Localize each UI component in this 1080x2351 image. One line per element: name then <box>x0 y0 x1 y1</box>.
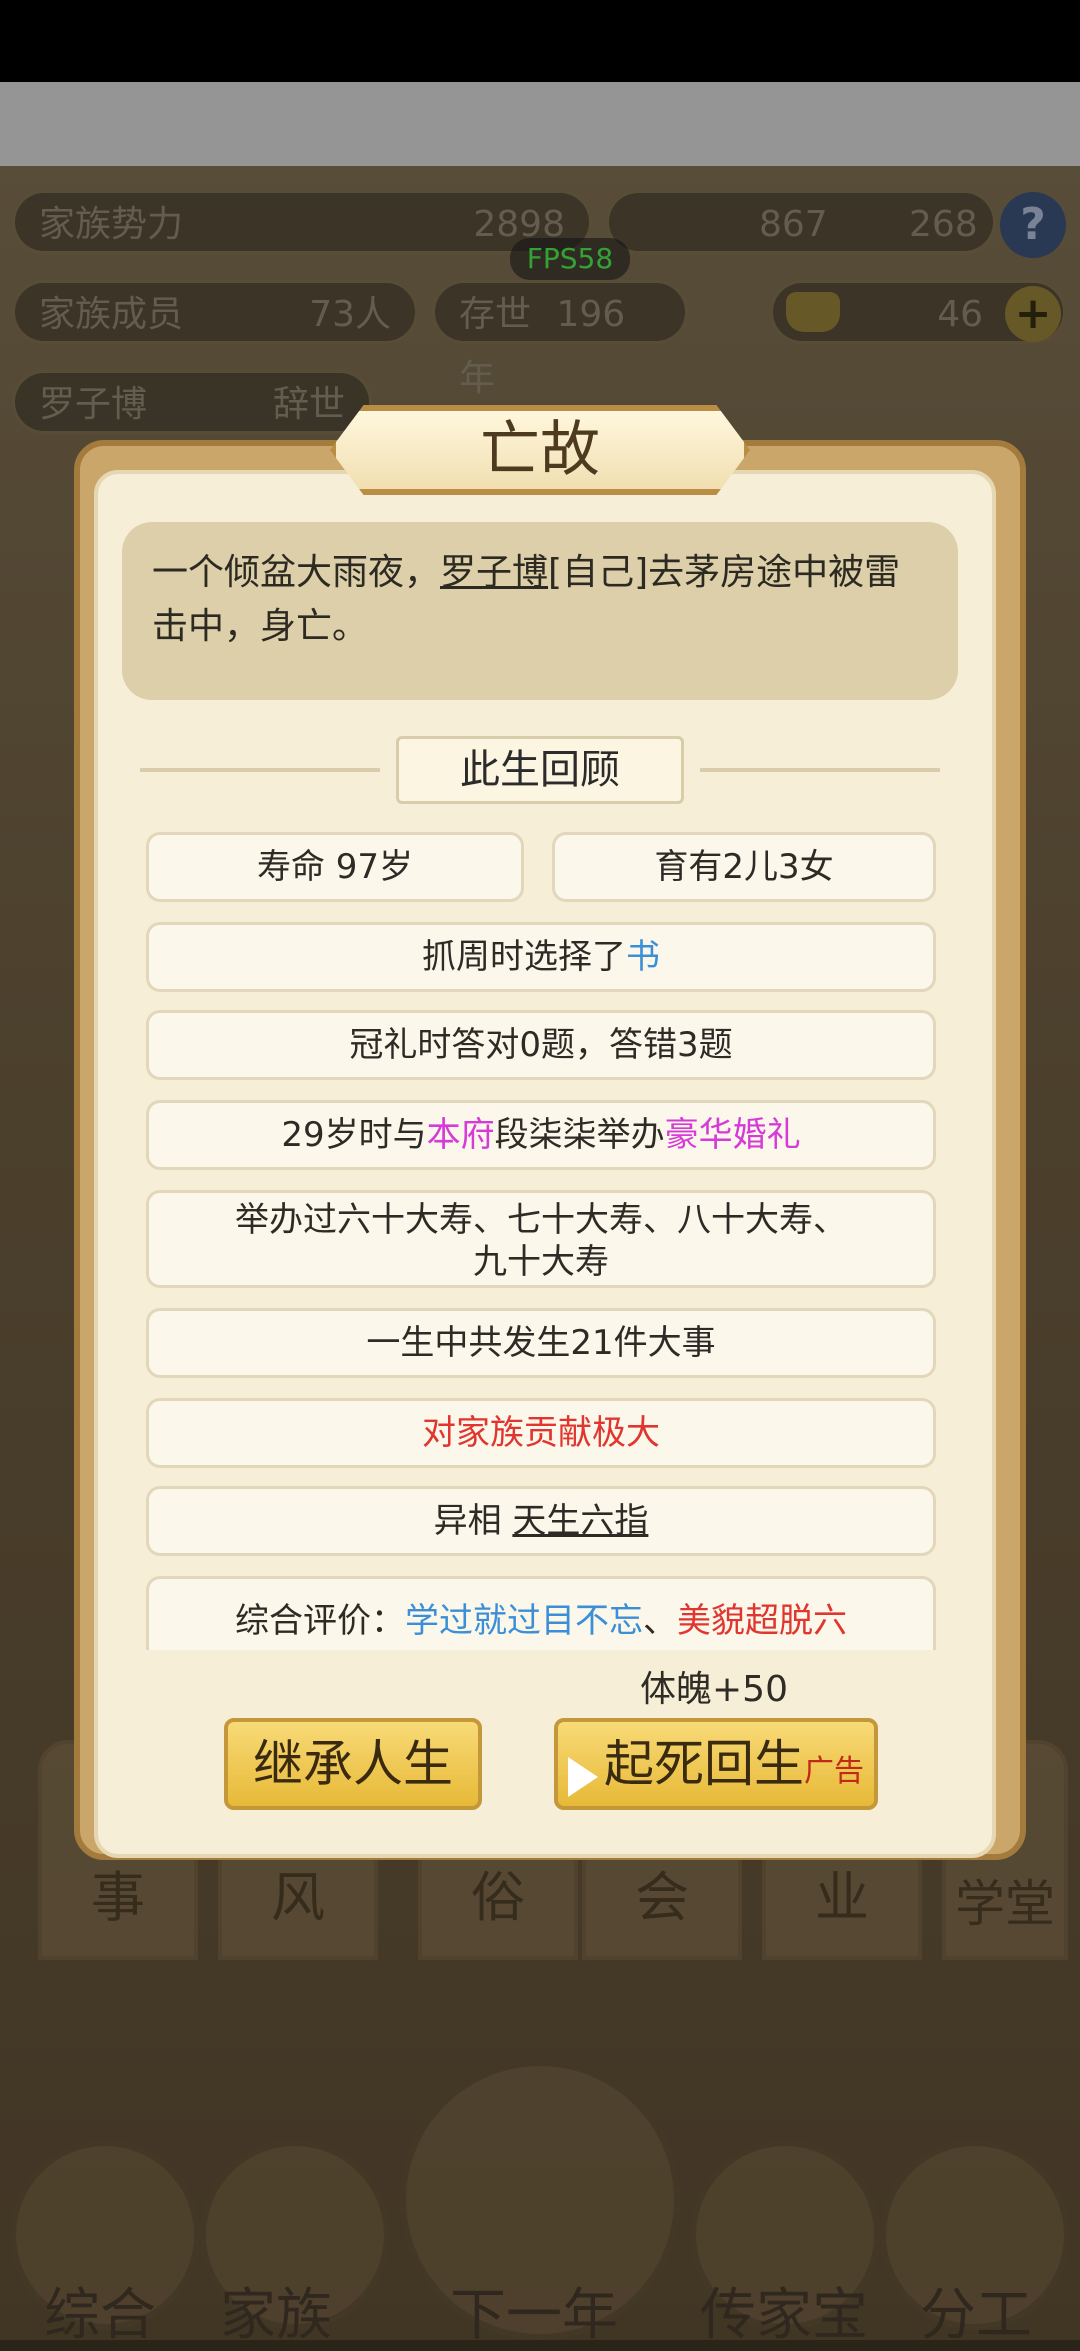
birthdays-card: 举办过六十大寿、七十大寿、八十大寿、 九十大寿 <box>146 1190 936 1288</box>
lifespan-text: 寿命 97岁 <box>256 847 414 887</box>
events-card: 一生中共发生21件大事 <box>146 1308 936 1378</box>
birthdays-line-2: 九十大寿 <box>473 1242 609 1282</box>
contribution-text: 对家族贡献极大 <box>422 1413 660 1453</box>
trait-label: 异相 <box>433 1501 502 1541</box>
death-event-text: 一个倾盆大雨夜，罗子博[自己]去茅房途中被雷击中，身亡。 <box>122 522 958 700</box>
wedding-type: 豪华婚礼 <box>664 1115 801 1155</box>
evaluation-card: 综合评价：学过就过目不忘、美貌超脱六 <box>146 1576 936 1650</box>
wedding-card: 29岁时与本府段柒柒举办豪华婚礼 <box>146 1100 936 1170</box>
status-bar <box>0 0 1080 82</box>
trait-value[interactable]: 天生六指 <box>512 1501 648 1541</box>
trait-card: 异相 天生六指 <box>146 1486 936 1556</box>
inherit-life-button[interactable]: 继承人生 <box>224 1718 482 1810</box>
zhuazhou-item: 书 <box>626 937 660 977</box>
guanli-card: 冠礼时答对0题，答错3题 <box>146 1010 936 1080</box>
zhuazhou-text: 抓周时选择了 <box>422 937 626 977</box>
revive-button[interactable]: 起死回生广告 <box>554 1718 878 1810</box>
eval-trait-1: 学过就过目不忘 <box>405 1601 643 1641</box>
contribution-card: 对家族贡献极大 <box>146 1398 936 1468</box>
section-title: 此生回顾 <box>396 736 684 804</box>
wedding-pre: 29岁时与 <box>281 1115 427 1155</box>
ad-label: 广告 <box>804 1754 864 1789</box>
event-pre: 一个倾盆大雨夜， <box>152 552 441 593</box>
eval-separator: 、 <box>643 1601 677 1641</box>
eval-label: 综合评价： <box>235 1601 405 1641</box>
wedding-place: 本府 <box>426 1115 495 1155</box>
guanli-text: 冠礼时答对0题，答错3题 <box>349 1025 733 1065</box>
children-card: 育有2儿3女 <box>552 832 936 902</box>
zhuazhou-card: 抓周时选择了书 <box>146 922 936 992</box>
event-person-link[interactable]: 罗子博 <box>440 552 548 593</box>
play-ad-icon <box>568 1756 598 1797</box>
inherit-life-label: 继承人生 <box>253 1735 453 1793</box>
children-text: 育有2儿3女 <box>654 847 834 887</box>
birthdays-line-1: 举办过六十大寿、七十大寿、八十大寿、 <box>235 1200 847 1240</box>
dialog-title: 亡故 <box>480 415 600 485</box>
section-divider-left <box>140 768 380 772</box>
events-text: 一生中共发生21件大事 <box>366 1323 716 1363</box>
lifespan-card: 寿命 97岁 <box>146 832 524 902</box>
revive-buff-text: 体魄+50 <box>640 1669 788 1710</box>
revive-label: 起死回生 <box>604 1735 804 1793</box>
section-divider-right <box>700 768 940 772</box>
eval-trait-2: 美貌超脱六 <box>677 1601 847 1641</box>
wedding-mid: 段柒柒举办 <box>494 1115 665 1155</box>
